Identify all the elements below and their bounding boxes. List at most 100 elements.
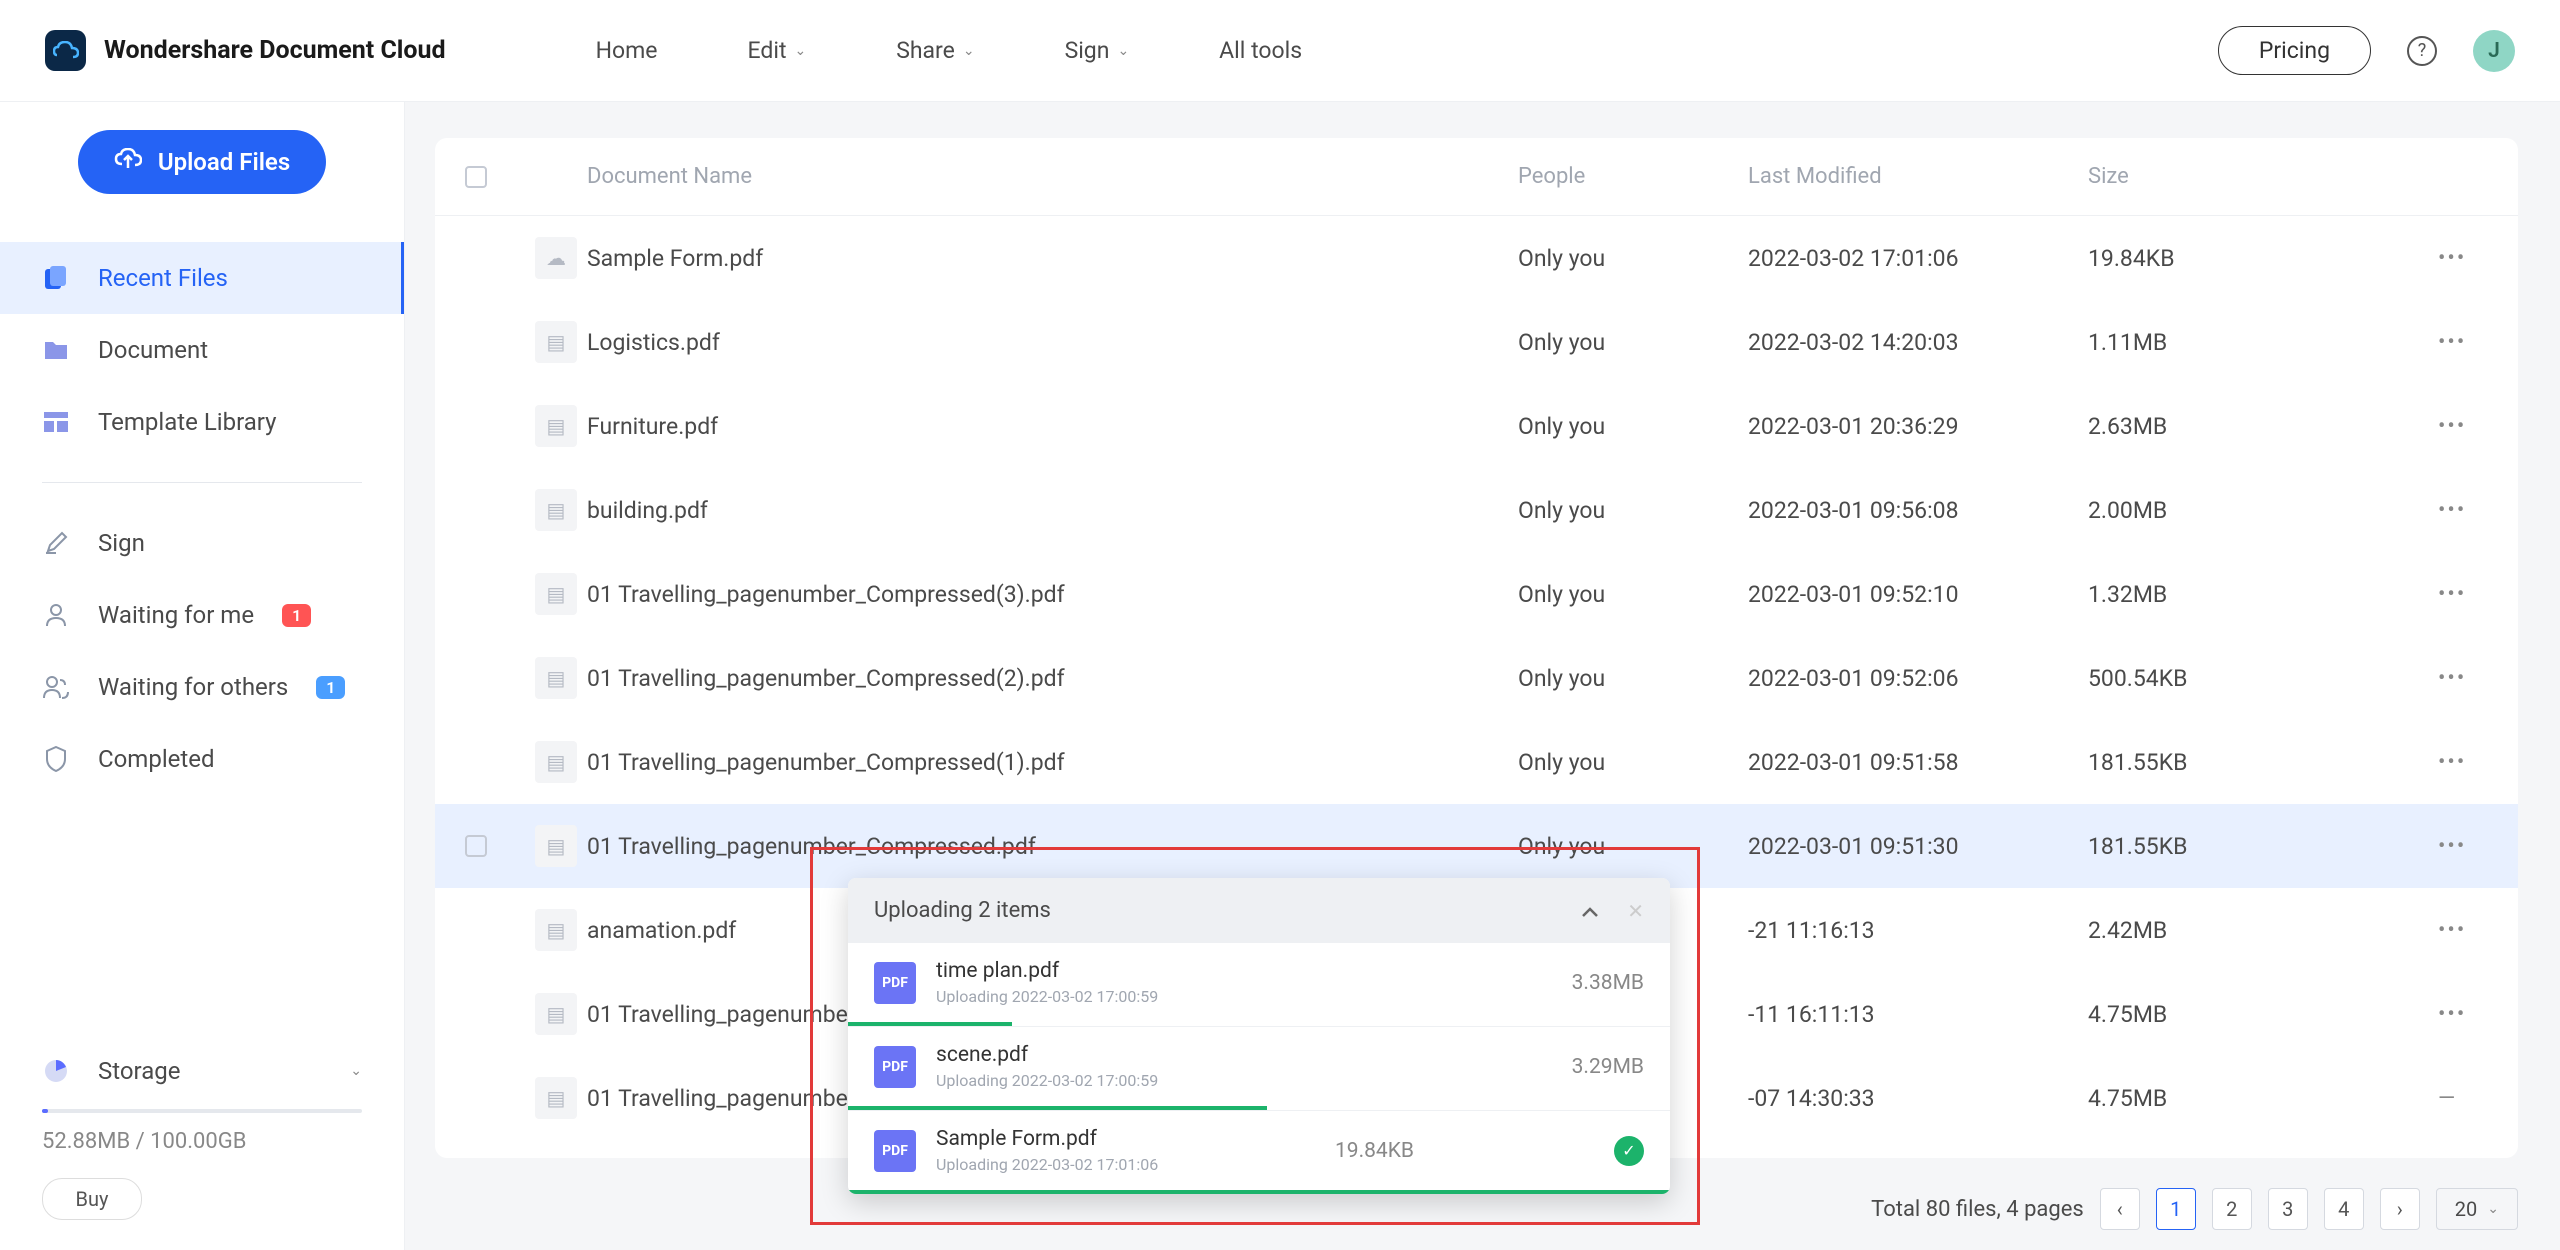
nav-sign[interactable]: Sign⌄	[1065, 37, 1130, 64]
file-size: 19.84KB	[2088, 245, 2438, 272]
row-menu-icon[interactable]: •••	[2438, 750, 2488, 775]
file-thumbnail-icon: ▤	[535, 993, 577, 1035]
badge: 1	[316, 676, 345, 699]
row-menu-icon[interactable]: •••	[2438, 1002, 2488, 1027]
pager-prev[interactable]: ‹	[2100, 1188, 2140, 1230]
pager-page[interactable]: 3	[2268, 1188, 2308, 1230]
file-modified: 2022-03-02 17:01:06	[1748, 245, 2088, 272]
file-name: 01 Travelling_pagenumber_Compressed(2).p…	[587, 665, 1518, 692]
row-menu-icon[interactable]: •••	[2438, 498, 2488, 523]
nav-share[interactable]: Share⌄	[896, 37, 974, 64]
close-icon[interactable]: ✕	[1627, 899, 1644, 923]
progress-bar	[848, 1106, 1267, 1110]
file-size: 181.55KB	[2088, 749, 2438, 776]
upload-status: Uploading 2022-03-02 17:00:59	[936, 1071, 1158, 1090]
row-menu-icon[interactable]: •••	[2438, 330, 2488, 355]
user-icon	[42, 601, 70, 629]
table-row[interactable]: ▤ building.pdf Only you 2022-03-01 09:56…	[435, 468, 2518, 552]
pricing-button[interactable]: Pricing	[2218, 26, 2371, 75]
col-size[interactable]: Size	[2088, 164, 2438, 189]
pager-page[interactable]: 4	[2324, 1188, 2364, 1230]
file-modified: 2022-03-01 09:56:08	[1748, 497, 2088, 524]
sidebar-item-recent[interactable]: Recent Files	[0, 242, 404, 314]
pager-size[interactable]: 20⌄	[2436, 1188, 2518, 1230]
row-menu-icon[interactable]: •••	[2438, 834, 2488, 859]
file-people: Only you	[1518, 833, 1748, 860]
upload-file-size: 3.38MB	[1572, 971, 1644, 995]
pager-page[interactable]: 2	[2212, 1188, 2252, 1230]
progress-bar	[848, 1022, 1012, 1026]
brand-text: Wondershare Document Cloud	[104, 36, 446, 65]
sidebar-item-waiting-others[interactable]: Waiting for others 1	[0, 651, 404, 723]
table-row[interactable]: ☁ Sample Form.pdf Only you 2022-03-02 17…	[435, 216, 2518, 300]
cloud-upload-icon	[114, 148, 142, 176]
row-menu-icon[interactable]: —	[2438, 1086, 2488, 1111]
buy-button[interactable]: Buy	[42, 1178, 142, 1220]
top-nav: Wondershare Document Cloud Home Edit⌄ Sh…	[0, 0, 2560, 102]
file-thumbnail-icon: ▤	[535, 573, 577, 615]
pager-next[interactable]: ›	[2380, 1188, 2420, 1230]
upload-file-size: 19.84KB	[1335, 1139, 1414, 1163]
file-size: 2.00MB	[2088, 497, 2438, 524]
row-menu-icon[interactable]: •••	[2438, 918, 2488, 943]
file-thumbnail-icon: ▤	[535, 405, 577, 447]
table-row[interactable]: ▤ Furniture.pdf Only you 2022-03-01 20:3…	[435, 384, 2518, 468]
file-name: 01 Travelling_pagenumber_Compressed(1).p…	[587, 749, 1518, 776]
storage-section: Storage ⌄ 52.88MB / 100.00GB Buy	[0, 1027, 404, 1250]
select-all-checkbox[interactable]	[465, 166, 487, 188]
col-people[interactable]: People	[1518, 164, 1748, 189]
file-people: Only you	[1518, 665, 1748, 692]
row-menu-icon[interactable]: •••	[2438, 246, 2488, 271]
nav-home[interactable]: Home	[596, 37, 658, 64]
file-name: Sample Form.pdf	[587, 245, 1518, 272]
file-modified: -21 11:16:13	[1748, 917, 2088, 944]
chevron-down-icon: ⌄	[1117, 43, 1129, 59]
nav-tools[interactable]: All tools	[1219, 37, 1302, 64]
file-name: Furniture.pdf	[587, 413, 1518, 440]
file-size: 1.11MB	[2088, 329, 2438, 356]
avatar[interactable]: J	[2473, 30, 2515, 72]
upload-file-name: Sample Form.pdf	[936, 1127, 1158, 1151]
file-size: 500.54KB	[2088, 665, 2438, 692]
pdf-icon: PDF	[874, 1130, 916, 1172]
file-size: 181.55KB	[2088, 833, 2438, 860]
sidebar-item-templates[interactable]: Template Library	[0, 386, 404, 458]
nav-edit[interactable]: Edit⌄	[748, 37, 807, 64]
files-icon	[42, 264, 70, 292]
table-row[interactable]: ▤ 01 Travelling_pagenumber_Compressed(2)…	[435, 636, 2518, 720]
row-menu-icon[interactable]: •••	[2438, 582, 2488, 607]
sidebar-item-completed[interactable]: Completed	[0, 723, 404, 795]
chevron-down-icon: ⌄	[2487, 1201, 2499, 1217]
file-people: Only you	[1518, 329, 1748, 356]
help-icon[interactable]: ?	[2407, 36, 2437, 66]
shield-check-icon	[42, 745, 70, 773]
row-checkbox[interactable]	[465, 835, 487, 857]
col-name[interactable]: Document Name	[587, 164, 1518, 189]
table-row[interactable]: ▤ 01 Travelling_pagenumber_Compressed(3)…	[435, 552, 2518, 636]
template-icon	[42, 408, 70, 436]
col-modified[interactable]: Last Modified	[1748, 164, 2088, 189]
collapse-icon[interactable]	[1581, 899, 1599, 923]
nav-links: Home Edit⌄ Share⌄ Sign⌄ All tools	[596, 37, 1302, 64]
chevron-down-icon: ⌄	[350, 1063, 362, 1079]
pager-page[interactable]: 1	[2156, 1188, 2196, 1230]
sidebar-item-sign[interactable]: Sign	[0, 507, 404, 579]
pie-icon	[42, 1057, 70, 1085]
brand: Wondershare Document Cloud	[45, 30, 446, 71]
file-people: Only you	[1518, 749, 1748, 776]
file-name: Logistics.pdf	[587, 329, 1518, 356]
table-row[interactable]: ▤ Logistics.pdf Only you 2022-03-02 14:2…	[435, 300, 2518, 384]
upload-file-name: time plan.pdf	[936, 959, 1158, 983]
row-menu-icon[interactable]: •••	[2438, 666, 2488, 691]
table-row[interactable]: ▤ 01 Travelling_pagenumber_Compressed(1)…	[435, 720, 2518, 804]
table-row[interactable]: ▤ 01 Travelling_pagenumber_Compressed.pd…	[435, 804, 2518, 888]
chevron-down-icon: ⌄	[794, 43, 806, 59]
sidebar-item-document[interactable]: Document	[0, 314, 404, 386]
storage-toggle[interactable]: Storage ⌄	[42, 1057, 362, 1085]
sidebar-item-waiting-me[interactable]: Waiting for me 1	[0, 579, 404, 651]
badge: 1	[282, 604, 311, 627]
row-menu-icon[interactable]: •••	[2438, 414, 2488, 439]
upload-files-button[interactable]: Upload Files	[78, 130, 326, 194]
storage-text: 52.88MB / 100.00GB	[42, 1129, 362, 1154]
file-people: Only you	[1518, 245, 1748, 272]
